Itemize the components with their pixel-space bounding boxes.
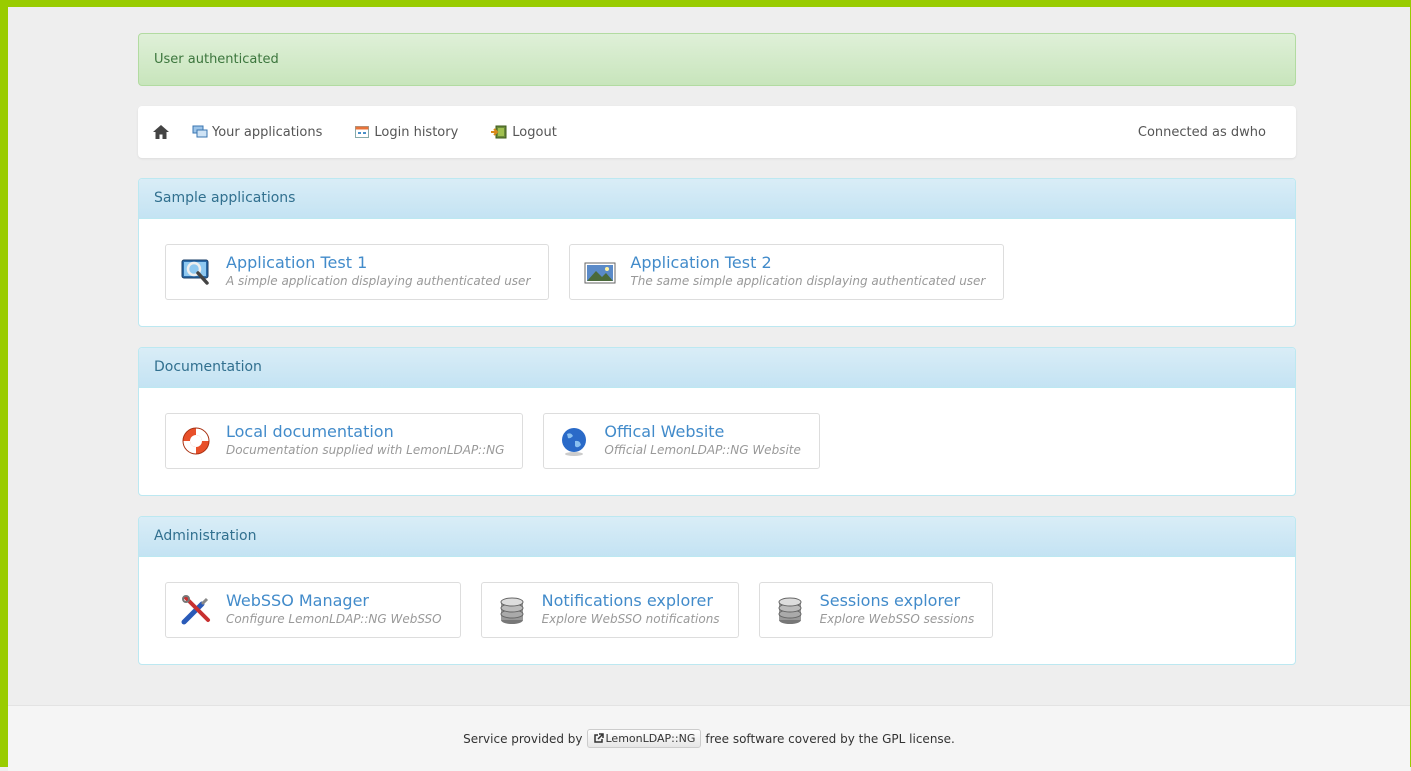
app-description: A simple application displaying authenti…	[226, 274, 531, 288]
nav-logout-label: Logout	[512, 124, 557, 140]
app-title: WebSSO Manager	[226, 591, 370, 610]
app-description: Configure LemonLDAP::NG WebSSO	[226, 612, 442, 626]
nav-your-applications-label: Your applications	[212, 124, 323, 140]
panel-body: Local documentation Documentation suppli…	[139, 388, 1295, 495]
nav-login-history-label: Login history	[374, 124, 459, 140]
panel-body: WebSSO Manager Configure LemonLDAP::NG W…	[139, 557, 1295, 664]
app-text: Notifications explorer Explore WebSSO no…	[541, 591, 720, 627]
panel-heading: Documentation	[139, 348, 1295, 388]
app-text: Application Test 2 The same simple appli…	[630, 253, 986, 289]
panel-documentation: Documentation Local documentation Docume…	[138, 347, 1296, 496]
panel-administration: Administration WebSSO Manager Configure …	[138, 516, 1296, 665]
calendar-icon	[355, 126, 370, 138]
app-text: Offical Website Official LemonLDAP::NG W…	[604, 422, 801, 458]
app-title: Notifications explorer	[541, 591, 713, 610]
nav-logout[interactable]: Logout	[490, 125, 557, 140]
app-title: Application Test 2	[630, 253, 772, 272]
home-link[interactable]	[152, 124, 174, 140]
app-text: Sessions explorer Explore WebSSO session…	[819, 591, 975, 627]
logout-icon	[491, 125, 507, 139]
panel-heading: Sample applications	[139, 179, 1295, 219]
connected-as: Connected as dwho	[1137, 124, 1266, 140]
app-description: The same simple application displaying a…	[630, 274, 986, 288]
app-description: Documentation supplied with LemonLDAP::N…	[226, 443, 505, 457]
app-title: Sessions explorer	[819, 591, 961, 610]
app-text: WebSSO Manager Configure LemonLDAP::NG W…	[226, 591, 442, 627]
nav-your-applications[interactable]: Your applications	[192, 125, 322, 140]
app-title: Application Test 1	[226, 253, 368, 272]
app-title: Local documentation	[226, 422, 394, 441]
lemonldap-link[interactable]: LemonLDAP::NG	[586, 729, 702, 748]
applications-icon	[192, 125, 208, 138]
home-icon	[153, 125, 169, 139]
app-description: Explore WebSSO notifications	[541, 612, 720, 626]
panel-heading: Administration	[139, 517, 1295, 557]
footer-suffix: free software covered by the GPL license…	[705, 731, 955, 746]
database-icon	[778, 597, 802, 624]
footer: Service provided by LemonLDAP::NG free s…	[8, 705, 1410, 771]
app-tile[interactable]: Notifications explorer Explore WebSSO no…	[480, 582, 739, 638]
database-icon	[500, 597, 524, 624]
nav-login-history[interactable]: Login history	[354, 125, 458, 140]
magnifier-monitor-icon	[181, 259, 209, 285]
globe-icon	[562, 428, 587, 456]
app-tile[interactable]: WebSSO Manager Configure LemonLDAP::NG W…	[165, 582, 461, 638]
main-container: User authenticated Your applications Log…	[138, 33, 1296, 665]
panel-body: Application Test 1 A simple application …	[139, 219, 1295, 326]
app-text: Application Test 1 A simple application …	[226, 253, 531, 289]
landscape-image-icon	[584, 262, 616, 284]
app-description: Explore WebSSO sessions	[819, 612, 975, 626]
app-description: Official LemonLDAP::NG Website	[604, 443, 801, 457]
navbar: Your applications Login history Logout C…	[138, 106, 1296, 158]
auth-alert-text: User authenticated	[154, 52, 279, 67]
app-tile[interactable]: Offical Website Official LemonLDAP::NG W…	[543, 413, 820, 469]
auth-alert: User authenticated	[138, 33, 1296, 86]
footer-prefix: Service provided by	[463, 731, 583, 746]
app-tile[interactable]: Sessions explorer Explore WebSSO session…	[758, 582, 994, 638]
app-tile[interactable]: Application Test 1 A simple application …	[165, 244, 550, 300]
panel-sample-applications: Sample applications Application Test 1 A…	[138, 178, 1296, 327]
tools-icon	[181, 595, 210, 625]
external-link-icon	[593, 733, 604, 743]
app-title: Offical Website	[604, 422, 725, 441]
app-tile[interactable]: Application Test 2 The same simple appli…	[569, 244, 1005, 300]
app-text: Local documentation Documentation suppli…	[226, 422, 505, 458]
page-frame: User authenticated Your applications Log…	[0, 0, 1411, 771]
lifebuoy-icon	[182, 427, 210, 455]
app-tile[interactable]: Local documentation Documentation suppli…	[165, 413, 524, 469]
lemonldap-link-label: LemonLDAP::NG	[605, 732, 696, 745]
